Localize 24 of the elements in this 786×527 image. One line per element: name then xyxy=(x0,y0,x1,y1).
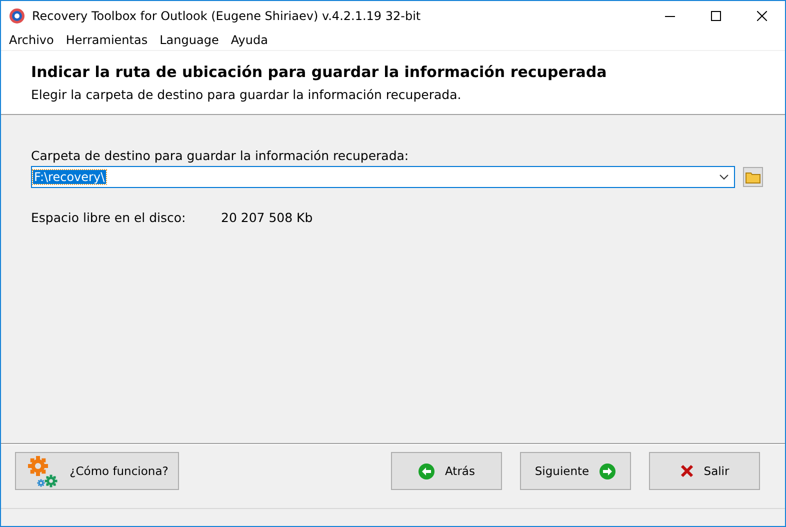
maximize-icon xyxy=(711,10,721,20)
exit-button[interactable]: Salir xyxy=(649,452,760,490)
menu-item[interactable]: Archivo xyxy=(3,33,60,47)
free-space-value: 20 207 508 Kb xyxy=(221,210,313,225)
free-space-label: Espacio libre en el disco: xyxy=(31,210,187,225)
next-button[interactable]: Siguiente xyxy=(520,452,631,490)
page-subtitle: Elegir la carpeta de destino para guardar la información recuperada. xyxy=(31,87,462,102)
menu-item[interactable]: Language xyxy=(154,33,225,47)
back-button[interactable]: Atrás xyxy=(391,452,502,490)
gears-icon xyxy=(26,454,60,488)
menu-item[interactable]: Herramientas xyxy=(60,33,154,47)
close-icon xyxy=(757,10,767,20)
dropdown-caret-icon xyxy=(719,174,729,180)
folder-combo-field[interactable]: F:\recovery\ xyxy=(31,166,735,188)
window-title: Recovery Toolbox for Outlook (Eugene Shiriaev) v.4.2.1.19 32-bit xyxy=(32,8,422,22)
folder-label: Carpeta de destino para guardar la información recuperada: xyxy=(31,148,410,163)
cross-icon xyxy=(680,464,694,478)
folder-path: F:\recovery\ xyxy=(33,170,106,184)
folder-icon xyxy=(745,170,761,184)
help-button[interactable]: ¿Cómo funciona? xyxy=(15,452,179,490)
browse-folder-button[interactable] xyxy=(743,167,763,187)
menu-item[interactable]: Ayuda xyxy=(224,33,274,47)
page-title: Indicar la ruta de ubicación para guardar la información recuperada xyxy=(31,63,608,81)
app-logo-icon xyxy=(9,8,25,24)
